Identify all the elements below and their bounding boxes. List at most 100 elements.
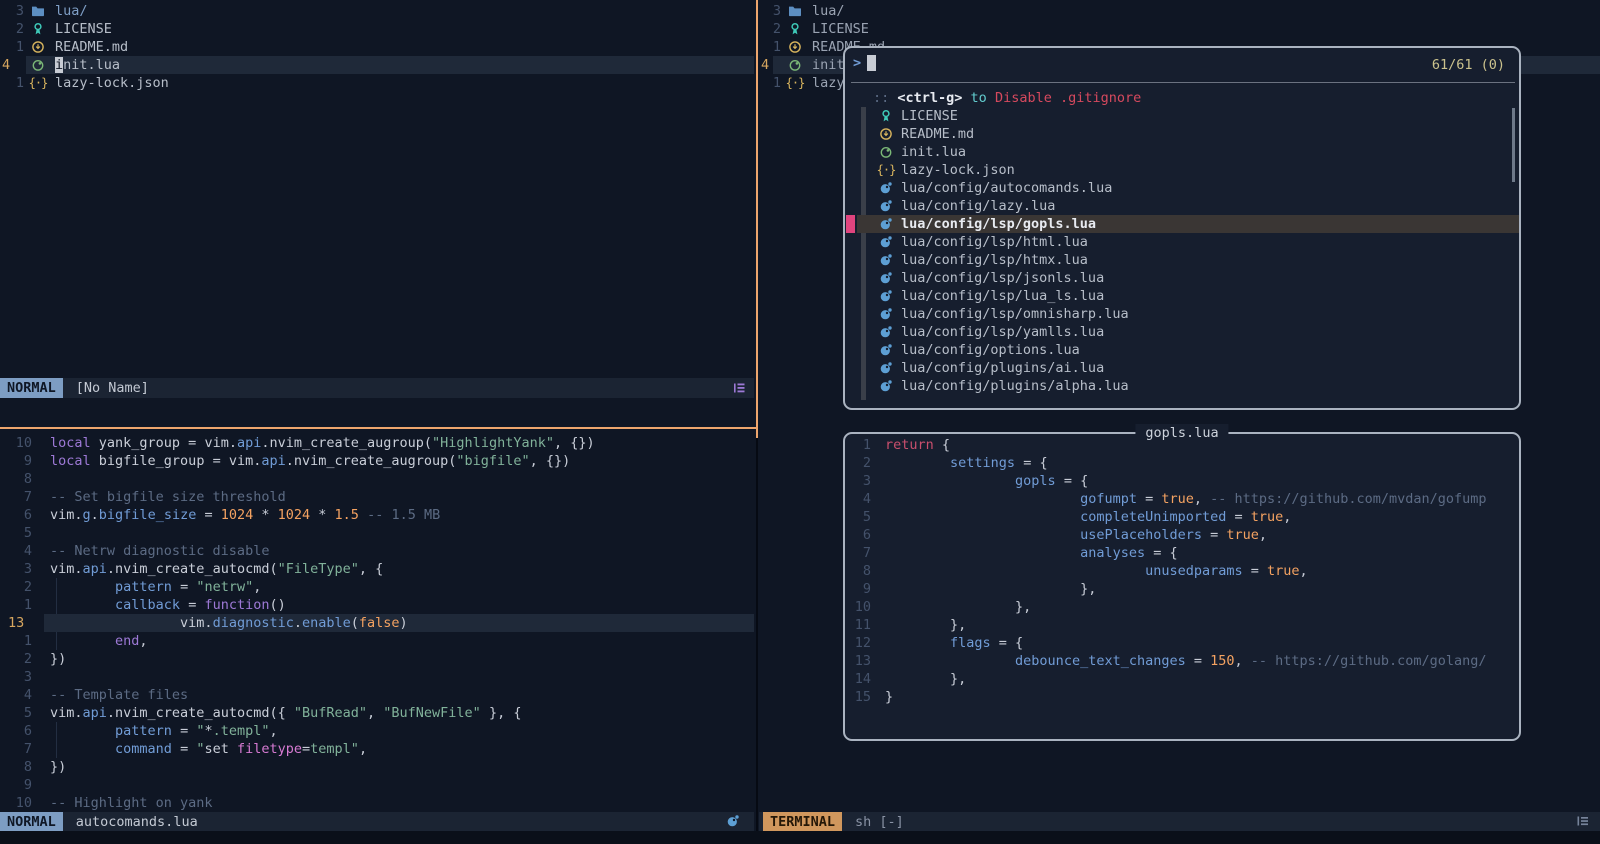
code-line: 8}) xyxy=(0,758,754,776)
code-line: 1 end, xyxy=(0,632,754,650)
result-row-lua-config-plugins-alpha-lua[interactable]: lua/config/plugins/alpha.lua xyxy=(845,377,1519,395)
file-row-init-lua[interactable]: 4init.lua xyxy=(0,56,754,74)
file-name: autocomands.lua xyxy=(76,812,198,832)
file-row-lazy-lock-json[interactable]: 1{·}lazy-lock.json xyxy=(0,74,754,92)
terminal-title: sh [-] xyxy=(855,812,904,832)
result-row-README-md[interactable]: README.md xyxy=(845,125,1519,143)
telescope-results-list[interactable]: :: <ctrl-g> to Disable .gitignoreLICENSE… xyxy=(845,89,1519,395)
mode-indicator-terminal: TERMINAL xyxy=(763,812,842,832)
left-file-explorer-window[interactable]: 3lua/2LICENSE1README.md4init.lua1{·}lazy… xyxy=(0,2,754,378)
line-number: 1 xyxy=(0,596,40,614)
file-row-LICENSE[interactable]: 2LICENSE xyxy=(0,20,754,38)
telescope-preview-popup: gopls.lua 1return {2 settings = {3 gopls… xyxy=(843,432,1521,741)
result-row-lua-config-lsp-htmx-lua[interactable]: lua/config/lsp/htmx.lua xyxy=(845,251,1519,269)
lua-blue-icon xyxy=(879,325,893,339)
line-number: 11 xyxy=(845,616,875,634)
code-line: 4-- Template files xyxy=(0,686,754,704)
code-line: 8 xyxy=(0,470,754,488)
lua-blue-icon xyxy=(879,235,893,249)
indent-guide xyxy=(56,722,57,758)
file-row-lua-[interactable]: 3lua/ xyxy=(0,2,754,20)
code-window-autocommands[interactable]: 10local yank_group = vim.api.nvim_create… xyxy=(0,434,754,812)
code-line: 7 command = "set filetype=templ", xyxy=(0,740,754,758)
line-number: 1 xyxy=(0,74,24,92)
mode-indicator: NORMAL xyxy=(0,812,63,832)
lua-green-icon xyxy=(788,58,802,72)
result-row-lua-config-lsp-omnisharp-lua[interactable]: lua/config/lsp/omnisharp.lua xyxy=(845,305,1519,323)
lua-blue-icon xyxy=(879,343,893,357)
code-line: 2}) xyxy=(0,650,754,668)
line-number: 13 xyxy=(845,652,875,670)
result-file-name: lua/config/lsp/jsonls.lua xyxy=(901,269,1104,287)
code-line: 3vim.api.nvim_create_autocmd("FileType",… xyxy=(0,560,754,578)
window-separator-horizontal xyxy=(0,427,758,429)
result-row-lua-config-plugins-ai-lua[interactable]: lua/config/plugins/ai.lua xyxy=(845,359,1519,377)
file-row-lua-[interactable]: 3lua/ xyxy=(759,2,1600,20)
file-name: LICENSE xyxy=(55,20,112,38)
statusline-explorer: NORMAL [No Name] xyxy=(0,378,754,398)
result-file-name: lazy-lock.json xyxy=(901,161,1015,179)
line-number: 2 xyxy=(759,20,781,38)
code-line: 11 }, xyxy=(845,616,1519,634)
code-line: 15} xyxy=(845,688,1519,706)
line-number: 4 xyxy=(845,490,875,508)
result-file-name: lua/config/lsp/gopls.lua xyxy=(901,215,1096,233)
file-name: init.lua xyxy=(55,56,120,74)
result-file-name: lua/config/lsp/omnisharp.lua xyxy=(901,305,1129,323)
result-file-name: lua/config/autocomands.lua xyxy=(901,179,1112,197)
line-number: 15 xyxy=(845,688,875,706)
tree-icon xyxy=(733,381,747,395)
preview-code: 1return {2 settings = {3 gopls = {4 gofu… xyxy=(845,436,1519,706)
prompt-cursor[interactable] xyxy=(867,55,876,71)
code-line: 9 xyxy=(0,776,754,794)
result-row-LICENSE[interactable]: LICENSE xyxy=(845,107,1519,125)
line-number: 8 xyxy=(845,562,875,580)
line-number: 7 xyxy=(0,740,40,758)
line-number: 14 xyxy=(845,670,875,688)
line-number: 2 xyxy=(0,578,40,596)
line-number: 5 xyxy=(0,704,40,722)
result-row-lua-config-lsp-lua-ls-lua[interactable]: lua/config/lsp/lua_ls.lua xyxy=(845,287,1519,305)
result-row-lua-config-lsp-yamlls-lua[interactable]: lua/config/lsp/yamlls.lua xyxy=(845,323,1519,341)
code-line: 6 pattern = "*.templ", xyxy=(0,722,754,740)
json-icon: {·} xyxy=(788,76,802,90)
line-number: 10 xyxy=(0,794,40,812)
result-row-lazy-lock-json[interactable]: {·} lazy-lock.json xyxy=(845,161,1519,179)
lua-blue-icon xyxy=(879,379,893,393)
result-row-lua-config-lsp-html-lua[interactable]: lua/config/lsp/html.lua xyxy=(845,233,1519,251)
code-line: 7 analyses = { xyxy=(845,544,1519,562)
results-scrollbar[interactable] xyxy=(1512,108,1515,182)
result-file-name: lua/config/options.lua xyxy=(901,341,1080,359)
license-icon xyxy=(879,109,893,123)
lua-blue-icon xyxy=(879,217,893,231)
result-row-lua-config-autocomands-lua[interactable]: lua/config/autocomands.lua xyxy=(845,179,1519,197)
neovim-screen: 3lua/2LICENSE1README.md4init.lua1{·}lazy… xyxy=(0,0,1600,844)
file-row-README-md[interactable]: 1README.md xyxy=(0,38,754,56)
folder-icon xyxy=(788,4,802,18)
line-number: 9 xyxy=(0,452,40,470)
code-line: 1 callback = function() xyxy=(0,596,754,614)
line-number: 13 xyxy=(0,614,40,632)
line-number: 1 xyxy=(759,74,781,92)
lua-green-icon xyxy=(879,145,893,159)
code-line: 10local yank_group = vim.api.nvim_create… xyxy=(0,434,754,452)
line-number: 7 xyxy=(845,544,875,562)
code-line: 10-- Highlight on yank xyxy=(0,794,754,812)
file-name: lazy-lock.json xyxy=(55,74,169,92)
line-number: 4 xyxy=(0,542,40,560)
result-row-lua-config-options-lua[interactable]: lua/config/options.lua xyxy=(845,341,1519,359)
code-line: 9local bigfile_group = vim.api.nvim_crea… xyxy=(0,452,754,470)
line-number: 2 xyxy=(845,454,875,472)
file-row-LICENSE[interactable]: 2LICENSE xyxy=(759,20,1600,38)
code-line: 5 completeUnimported = true, xyxy=(845,508,1519,526)
code-line: 14 }, xyxy=(845,670,1519,688)
result-row-init-lua[interactable]: init.lua xyxy=(845,143,1519,161)
file-name: README.md xyxy=(55,38,128,56)
json-icon: {·} xyxy=(879,163,893,177)
result-row-lua-config-lsp-jsonls-lua[interactable]: lua/config/lsp/jsonls.lua xyxy=(845,269,1519,287)
line-number: 3 xyxy=(845,472,875,490)
result-row-lua-config-lsp-gopls-lua[interactable]: lua/config/lsp/gopls.lua xyxy=(845,215,1519,233)
result-row-lua-config-lazy-lua[interactable]: lua/config/lazy.lua xyxy=(845,197,1519,215)
code-line: 10 }, xyxy=(845,598,1519,616)
line-number: 7 xyxy=(0,488,40,506)
